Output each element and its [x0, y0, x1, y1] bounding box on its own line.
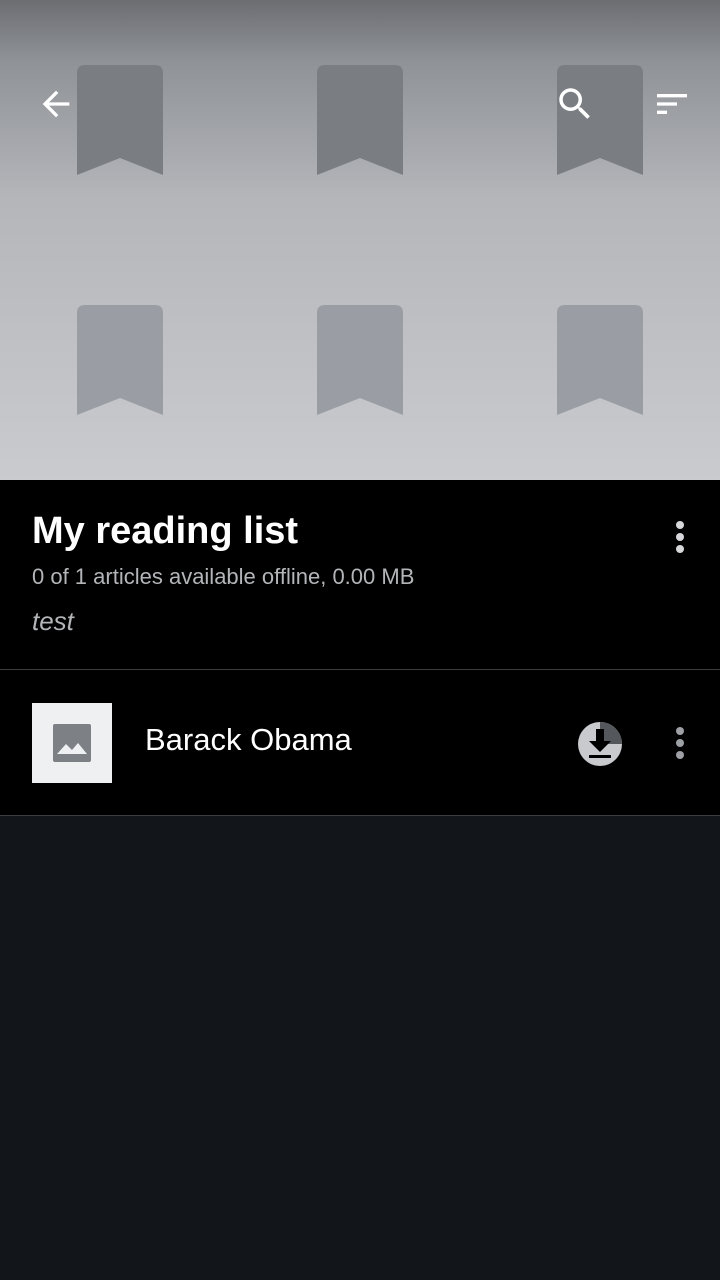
reading-list-offline-status: 0 of 1 articles available offline, 0.00 … — [32, 564, 415, 589]
sort-button[interactable] — [644, 76, 700, 132]
download-button[interactable] — [576, 720, 624, 768]
bookmark-icon — [317, 305, 403, 415]
search-button[interactable] — [547, 76, 603, 132]
download-icon — [578, 722, 622, 766]
article-menu-button[interactable] — [660, 715, 700, 771]
article-title: Barack Obama — [145, 722, 352, 757]
sort-icon — [657, 94, 687, 114]
more-vert-icon — [676, 521, 684, 553]
bookmark-icon — [77, 65, 163, 175]
reading-list-hero-banner — [0, 0, 720, 480]
bookmark-icon — [77, 305, 163, 415]
reading-list-title: My reading list — [32, 510, 299, 552]
back-button[interactable] — [28, 76, 84, 132]
bookmark-icon — [317, 65, 403, 175]
article-thumbnail — [32, 703, 112, 783]
arrow-back-icon — [42, 90, 70, 118]
bookmark-icon — [557, 305, 643, 415]
search-icon — [559, 88, 590, 119]
empty-list-area — [0, 816, 720, 1280]
image-placeholder-icon — [53, 724, 91, 762]
reading-list-description: test — [32, 606, 74, 636]
reading-list-header: My reading list 0 of 1 articles availabl… — [0, 480, 720, 670]
list-item[interactable]: Barack Obama — [0, 670, 720, 816]
reading-list-menu-button[interactable] — [660, 509, 700, 565]
more-vert-icon — [676, 727, 684, 759]
